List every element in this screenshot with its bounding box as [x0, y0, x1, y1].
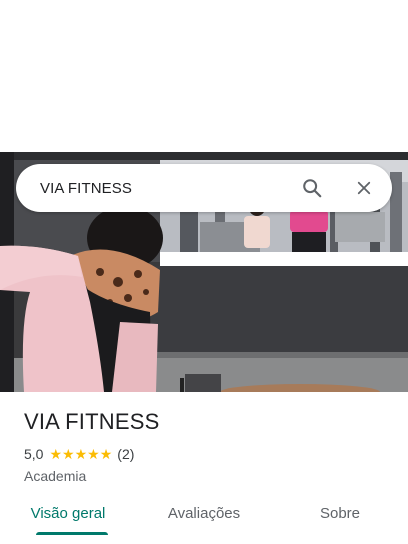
star-icon: ★ — [74, 446, 88, 462]
star-icon: ★ — [62, 446, 75, 462]
star-rating: ★ ★ ★ ★ ★ — [49, 447, 112, 461]
search-bar[interactable]: VIA FITNESS — [16, 164, 392, 212]
active-tab-indicator — [36, 532, 108, 535]
review-count[interactable]: (2) — [117, 446, 134, 462]
search-icon[interactable] — [300, 176, 324, 200]
star-icon: ★ — [87, 446, 100, 462]
rating-value: 5,0 — [24, 446, 44, 462]
place-title: VIA FITNESS — [24, 409, 160, 434]
star-icon: ★ — [99, 446, 113, 462]
star-icon: ★ — [49, 446, 63, 462]
tab-overview[interactable]: Visão geral — [0, 494, 136, 536]
place-tabs: Visão geral Avaliações Sobre — [0, 494, 408, 536]
place-info: VIA FITNESS 5,0 ★ ★ ★ ★ ★ (2) Academia — [24, 408, 392, 484]
tab-reviews[interactable]: Avaliações — [136, 494, 272, 536]
rating-row[interactable]: 5,0 ★ ★ ★ ★ ★ (2) — [24, 445, 392, 463]
tab-about[interactable]: Sobre — [272, 494, 408, 536]
search-input[interactable]: VIA FITNESS — [40, 180, 300, 197]
close-icon[interactable] — [352, 176, 376, 200]
place-category[interactable]: Academia — [24, 468, 392, 484]
